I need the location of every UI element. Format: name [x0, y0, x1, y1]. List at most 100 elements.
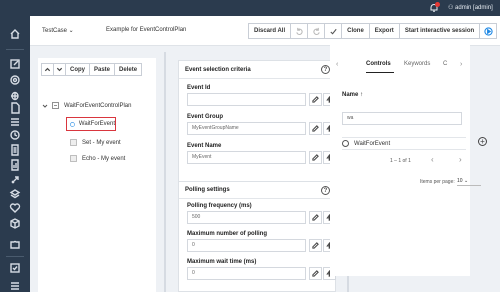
wait-icon: [70, 121, 75, 127]
sidebar-divider: [6, 49, 24, 50]
resize-handle[interactable]: [164, 52, 166, 292]
puzzle-icon[interactable]: [9, 238, 21, 250]
polling-settings-card: Polling settings ? Polling frequency (ms…: [178, 181, 336, 292]
tree-node[interactable]: Echo - My event: [70, 155, 125, 162]
help-icon[interactable]: ?: [321, 65, 330, 74]
bug-icon[interactable]: [9, 89, 21, 101]
menu-icon[interactable]: [9, 280, 21, 292]
tree-root-label: WaitForEventControlPlan: [64, 102, 132, 109]
edit-button[interactable]: [309, 239, 322, 252]
next-page-icon[interactable]: ›: [459, 155, 462, 164]
export-button[interactable]: Export: [368, 23, 400, 39]
edit-button[interactable]: [309, 122, 322, 135]
undo-button[interactable]: [290, 23, 309, 39]
file-chart-icon[interactable]: [9, 159, 21, 171]
tab-keywords[interactable]: Keywords: [404, 61, 430, 67]
tree-toolbar: Copy Paste Delete: [41, 63, 143, 76]
confirm-button[interactable]: [324, 23, 343, 39]
keyword-icon: [70, 139, 77, 146]
keyword-icon: [70, 155, 77, 162]
tree-node-label: WaitForEvent: [78, 121, 115, 127]
tree-panel: Copy Paste Delete WaitForEventControlPla…: [38, 58, 156, 292]
pagination-range: 1 – 1 of 1: [390, 158, 411, 164]
play-icon: [484, 26, 493, 36]
tree-node[interactable]: Set - My event: [70, 139, 121, 146]
type-select[interactable]: TestCase ⌄: [42, 27, 74, 34]
rocket-icon[interactable]: [9, 174, 21, 186]
section-title: Event selection criteria: [185, 67, 251, 73]
event-group-label: Event Group: [187, 114, 224, 120]
home-icon[interactable]: [9, 28, 21, 40]
divider: [179, 198, 335, 199]
heart-pulse-icon[interactable]: [9, 202, 21, 214]
items-per-page-select[interactable]: 10 ⌄: [457, 176, 481, 186]
tree-node-label: Set - My event: [82, 139, 121, 146]
clone-button[interactable]: Clone: [341, 23, 370, 39]
event-name-label: Event Name: [187, 143, 222, 149]
user-label: admin [admin]: [455, 5, 493, 11]
max-wait-field[interactable]: 0: [187, 267, 306, 280]
chevron-up-icon: [44, 67, 51, 72]
event-group-field[interactable]: MyEventGroupName: [187, 122, 306, 135]
paste-button[interactable]: Paste: [89, 63, 116, 76]
active-tab-indicator: [366, 72, 394, 73]
polling-frequency-field[interactable]: 500: [187, 211, 306, 224]
max-wait-label: Maximum wait time (ms): [187, 259, 257, 265]
chevron-left-icon[interactable]: ‹: [336, 61, 338, 68]
wait-icon: [342, 140, 349, 147]
undo-icon: [295, 27, 303, 35]
file-text-icon[interactable]: [9, 144, 21, 156]
file-icon[interactable]: [9, 102, 21, 114]
tree-root-node[interactable]: WaitForEventControlPlan: [42, 102, 131, 109]
tab-controls[interactable]: Controls: [366, 61, 391, 67]
redo-button[interactable]: [307, 23, 326, 39]
check-icon: [330, 28, 337, 35]
edit-button[interactable]: [309, 211, 322, 224]
at-sign-icon[interactable]: [9, 74, 21, 86]
prev-page-icon[interactable]: ‹: [431, 155, 434, 164]
edit-button[interactable]: [309, 151, 322, 164]
event-name-field[interactable]: MyEvent: [187, 151, 306, 164]
play-button[interactable]: [479, 23, 498, 39]
layers-icon[interactable]: [9, 188, 21, 200]
notification-badge: [435, 2, 440, 7]
chevron-right-icon[interactable]: ›: [460, 61, 462, 68]
edit-icon: [312, 242, 319, 249]
edit-icon: [312, 96, 319, 103]
discard-all-button[interactable]: Discard All: [248, 23, 292, 39]
edit-icon: [312, 214, 319, 221]
user-icon: ⚇: [448, 5, 456, 11]
edit-icon[interactable]: [9, 58, 21, 70]
clock-icon[interactable]: [9, 129, 21, 141]
tab-other[interactable]: C: [443, 61, 447, 67]
header-toolbar: Discard All Clone Export Start interacti…: [248, 23, 498, 39]
name-column-header[interactable]: Name ↑: [342, 92, 363, 98]
edit-icon: [312, 125, 319, 132]
box-icon[interactable]: [9, 217, 21, 229]
items-per-page-value: 10: [457, 178, 463, 184]
divider: [179, 78, 335, 79]
polling-frequency-label: Polling frequency (ms): [187, 203, 252, 209]
chevron-down-icon: [56, 67, 63, 72]
event-selection-card: Event selection criteria ? Event Id Even…: [178, 60, 336, 190]
event-id-label: Event Id: [187, 85, 211, 91]
max-polling-field[interactable]: 0: [187, 239, 306, 252]
user-menu[interactable]: ⚇ admin [admin]: [448, 4, 493, 11]
sidebar: [0, 16, 30, 292]
chevron-down-icon: [42, 104, 48, 108]
list-icon[interactable]: [9, 116, 21, 128]
copy-button[interactable]: Copy: [65, 63, 90, 76]
event-id-field[interactable]: [187, 93, 306, 106]
items-per-page-label: Items per page:: [420, 179, 455, 185]
add-icon[interactable]: +: [478, 137, 487, 146]
search-input[interactable]: wa: [342, 112, 462, 125]
checkbox-icon[interactable]: [9, 262, 21, 274]
help-icon[interactable]: ?: [321, 186, 330, 195]
edit-icon: [312, 270, 319, 277]
tree-node-selected[interactable]: WaitForEvent: [66, 117, 116, 131]
edit-button[interactable]: [309, 267, 322, 280]
list-item[interactable]: WaitForEvent: [342, 137, 466, 150]
edit-button[interactable]: [309, 93, 322, 106]
delete-button[interactable]: Delete: [114, 63, 143, 76]
start-interactive-session-button[interactable]: Start interactive session: [398, 23, 481, 39]
